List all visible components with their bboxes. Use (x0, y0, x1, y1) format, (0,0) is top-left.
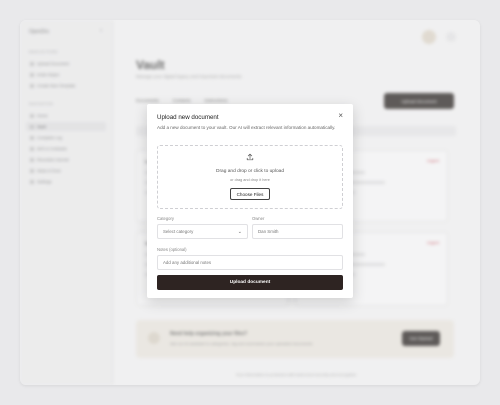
owner-field[interactable]: Dan Smith (252, 224, 343, 239)
dialog-description: Add a new document to your vault. Our AI… (157, 125, 336, 130)
category-label: Category (157, 216, 174, 221)
dropzone-subtext: or drag and drop it here (230, 178, 270, 182)
notes-placeholder: Add any additional notes (163, 260, 212, 265)
choose-files-button[interactable]: Choose Files (230, 188, 270, 200)
dropzone-text: Drag and drop or click to upload (216, 169, 284, 174)
category-select[interactable]: Select category ⌄ (157, 224, 248, 239)
file-dropzone[interactable]: Drag and drop or click to upload or drag… (157, 145, 343, 209)
close-icon[interactable]: × (338, 112, 343, 120)
upload-dialog: Upload new document × Add a new document… (147, 104, 353, 298)
upload-icon (246, 153, 254, 161)
owner-value: Dan Smith (258, 229, 279, 234)
dialog-title: Upload new document (157, 114, 219, 121)
chevron-down-icon: ⌄ (237, 229, 242, 235)
notes-field[interactable]: Add any additional notes (157, 255, 343, 270)
owner-label: Owner (252, 216, 265, 221)
category-placeholder: Select category (163, 229, 194, 234)
notes-label: Notes (optional) (157, 247, 187, 252)
upload-document-submit-button[interactable]: Upload document (157, 275, 343, 290)
